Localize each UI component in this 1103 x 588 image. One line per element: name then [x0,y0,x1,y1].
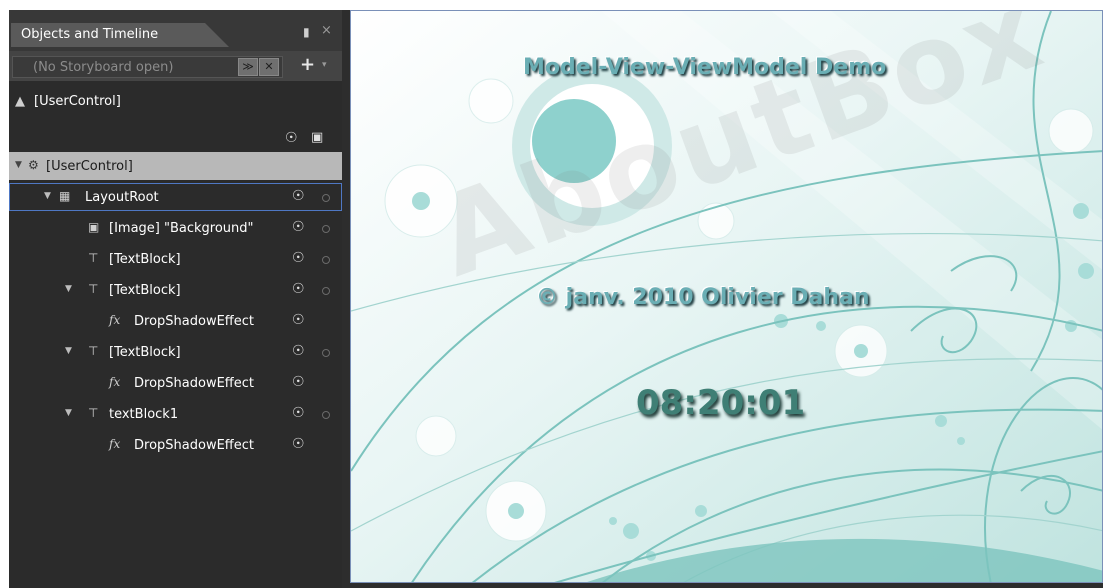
panel-tabstrip: Objects and Timeline ▮ × [9,10,342,51]
lock-toggle-icon[interactable] [322,287,330,295]
tree-row[interactable]: fx DropShadowEffect ☉ [9,431,342,459]
objects-and-timeline-panel: Objects and Timeline ▮ × (No Storyboard … [9,10,342,588]
visibility-eye-icon[interactable]: ☉ [292,312,305,328]
lock-toggle-icon[interactable] [322,225,330,233]
tree-row[interactable]: fx DropShadowEffect ☉ [9,369,342,397]
lock-toggle-icon[interactable] [322,194,330,202]
tab-objects-and-timeline[interactable]: Objects and Timeline [11,23,229,47]
visibility-eye-icon[interactable]: ☉ [292,188,305,204]
visibility-eye-icon[interactable]: ☉ [292,250,305,266]
textblock-icon: ⊤ [88,251,99,265]
close-storyboard-button[interactable]: ✕ [259,58,279,76]
clock-textblock[interactable]: 08:20:01 [636,383,805,423]
tree-row-label: LayoutRoot [85,190,159,205]
lock-toggle-icon[interactable] [322,411,330,419]
chevron-down-icon[interactable]: ▾ [322,60,327,70]
image-icon: ▣ [88,220,100,234]
expander-icon[interactable]: ▼ [65,346,72,356]
tree-row-label: [TextBlock] [109,345,181,360]
expander-icon[interactable]: ▼ [65,408,72,418]
lock-toggle-icon[interactable] [322,256,330,264]
effect-icon: fx [109,313,121,327]
tree-row-label: DropShadowEffect [134,376,254,391]
scope-up-icon[interactable]: ▲ [15,94,25,109]
visibility-eye-icon[interactable]: ☉ [292,374,305,390]
artboard[interactable]: AboutBox Model-View-ViewModel Demo © jan… [350,10,1103,583]
tree-row[interactable]: ▼ ▦ LayoutRoot ☉ [9,183,342,211]
storyboard-bar: (No Storyboard open) ≫ ✕ + ▾ [9,51,342,81]
gear-icon: ⚙ [28,158,39,172]
effect-icon: fx [109,437,121,451]
tree-row[interactable]: ▼ ⚙ [UserControl] [9,152,342,180]
expander-icon[interactable]: ▼ [65,284,72,294]
expander-icon[interactable]: ▼ [44,191,51,201]
tree-row-label: [TextBlock] [109,252,181,267]
tree-row[interactable]: ▣ [Image] "Background" ☉ [9,214,342,242]
title-textblock[interactable]: Model-View-ViewModel Demo [523,55,886,80]
tree-row[interactable]: ▼ ⊤ [TextBlock] ☉ [9,276,342,304]
textblock-icon: ⊤ [88,282,99,296]
new-storyboard-button[interactable]: + [300,54,315,75]
scope-label: [UserControl] [34,94,121,109]
close-icon[interactable]: × [321,23,332,38]
tree-row[interactable]: ▼ ⊤ textBlock1 ☉ [9,400,342,428]
eye-icon[interactable]: ☉ [285,130,298,146]
textblock-icon: ⊤ [88,344,99,358]
tree-row-label: DropShadowEffect [134,438,254,453]
visibility-eye-icon[interactable]: ☉ [292,405,305,421]
textblock-icon: ⊤ [88,406,99,420]
grid-icon: ▦ [59,189,71,203]
tree-row[interactable]: fx DropShadowEffect ☉ [9,307,342,335]
pin-icon[interactable]: ▮ [303,25,310,39]
effect-icon: fx [109,375,121,389]
tree-row-label: [TextBlock] [109,283,181,298]
storyboard-options-button[interactable]: ≫ [238,58,258,76]
lock-icon[interactable]: ▣ [311,130,323,145]
tree-row-label: [UserControl] [46,159,133,174]
lock-toggle-icon[interactable] [322,349,330,357]
tree-row[interactable]: ⊤ [TextBlock] ☉ [9,245,342,273]
blend-workspace: Objects and Timeline ▮ × (No Storyboard … [0,0,1103,588]
scope-breadcrumb[interactable]: ▲ [UserControl] [9,90,342,120]
tree-row-label: textBlock1 [109,407,179,422]
expander-icon[interactable]: ▼ [15,160,22,170]
visibility-eye-icon[interactable]: ☉ [292,436,305,452]
visibility-eye-icon[interactable]: ☉ [292,343,305,359]
tree-row-label: [Image] "Background" [109,221,254,236]
visibility-eye-icon[interactable]: ☉ [292,219,305,235]
object-tree: ▼ ⚙ [UserControl] ▼ ▦ LayoutRoot ☉ ▣ [Image] "Ba… [9,152,342,472]
visibility-eye-icon[interactable]: ☉ [292,281,305,297]
tree-row-label: DropShadowEffect [134,314,254,329]
tree-row[interactable]: ▼ ⊤ [TextBlock] ☉ [9,338,342,366]
copyright-textblock[interactable]: © janv. 2010 Olivier Dahan [536,285,870,310]
